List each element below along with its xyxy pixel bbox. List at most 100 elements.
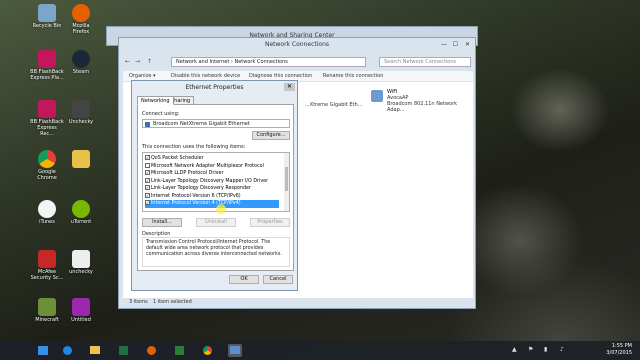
checkbox[interactable] (145, 162, 150, 168)
firefox-icon (72, 4, 90, 22)
desktop-icon-recycle-bin[interactable]: Recycle Bin (30, 4, 64, 29)
disable-device-button[interactable]: Disable this network device (171, 73, 240, 79)
adapter-name: Broadcom NetXtreme Gigabit Ethernet (153, 121, 250, 127)
store-icon[interactable] (172, 344, 186, 357)
list-item[interactable]: Microsoft Network Adapter Multiplexor Pr… (145, 162, 279, 171)
list-item-label: QoS Packet Scheduler (151, 156, 204, 161)
desktop-icon-minecraft[interactable]: Minecraft (30, 298, 64, 323)
explorer-icon[interactable] (88, 344, 102, 357)
components-list[interactable]: ✓ QoS Packet Scheduler Microsoft Network … (142, 152, 290, 212)
list-item[interactable]: ✓ QoS Packet Scheduler (145, 155, 279, 163)
start-icon[interactable] (36, 344, 50, 357)
utorrent-icon (72, 200, 90, 218)
status-selected: 1 item selected (153, 299, 192, 305)
desktop-icon-label: unchecky (69, 269, 93, 275)
checkbox[interactable]: ✓ (145, 177, 150, 183)
list-item-label: Microsoft Network Adapter Multiplexor Pr… (151, 163, 264, 169)
itunes-icon (38, 200, 56, 218)
checkbox[interactable]: ✓ (145, 200, 150, 205)
clock-date: 3/07/2015 (606, 350, 632, 356)
back-arrow-icon[interactable]: ← (125, 58, 130, 65)
ethernet-adapter[interactable]: ...Xtreme Gigabit Eth... (305, 102, 362, 108)
networking-panel: Connect using: Broadcom NetXtreme Gigabi… (137, 104, 294, 271)
connect-using-label: Connect using: (142, 111, 180, 117)
scrollbar-thumb[interactable] (285, 167, 288, 191)
ok-button[interactable]: OK (229, 275, 259, 284)
ie-icon[interactable] (60, 344, 74, 357)
desktop-icon-mcafee[interactable]: McAfee Security Sc... (30, 250, 64, 281)
desktop-icon-utorrent[interactable]: uTorrent (64, 200, 98, 225)
list-item[interactable]: ✓ Internet Protocol Version 6 (TCP/IPv6) (145, 192, 279, 201)
desktop-icon-label: McAfee Security Sc... (30, 269, 64, 281)
ethernet-properties-dialog[interactable]: Ethernet Properties ✕ Networking Sharing… (131, 80, 298, 291)
list-scrollbar[interactable] (284, 153, 289, 211)
desktop-icon-unchecky[interactable]: Unchecky (64, 100, 98, 125)
desktop-icon-chrome[interactable]: Google Chrome (30, 150, 64, 181)
wifi-adapter[interactable]: WiFi AvocaAP Broadcom 802.11n Network Ad… (387, 89, 473, 113)
minimize-button[interactable]: — (441, 41, 447, 48)
close-button[interactable]: ✕ (465, 41, 470, 48)
desktop-icon-folder[interactable] (64, 150, 98, 169)
address-bar[interactable]: Network and Internet › Network Connectio… (171, 57, 366, 67)
desktop-icon-unchecky-file[interactable]: unchecky (64, 250, 98, 275)
tray-flag-icon[interactable]: ⚑ (528, 346, 533, 353)
mcafee-icon (38, 250, 56, 268)
desktop-icon-label: Minecraft (35, 317, 59, 323)
network-taskbar-icon[interactable] (228, 344, 242, 357)
configure-button[interactable]: Configure... (252, 131, 290, 140)
description-text: Transmission Control Protocol/Internet P… (146, 240, 282, 257)
list-item[interactable]: ✓ Link-Layer Topology Discovery Mapper I/… (145, 177, 279, 186)
cursor-highlight (216, 204, 226, 214)
search-input[interactable]: Search Network Connections (379, 57, 471, 67)
checkbox[interactable]: ✓ (145, 155, 150, 160)
forward-arrow-icon[interactable]: → (135, 58, 140, 65)
network-adapter-icon (145, 121, 150, 127)
diagnose-button[interactable]: Diagnose this connection (249, 73, 312, 79)
tray-chevron-icon[interactable]: ▲ (512, 346, 517, 353)
firefox-taskbar-icon[interactable] (144, 344, 158, 357)
desktop-icon-label: Recycle Bin (32, 23, 62, 29)
uninstall-button[interactable]: Uninstall (196, 218, 236, 227)
list-item-label: Link-Layer Topology Discovery Responder (151, 186, 251, 191)
excel-icon[interactable] (116, 344, 130, 357)
organize-button[interactable]: Organize ▾ (129, 73, 156, 79)
status-bar: 3 items 1 item selected (123, 299, 473, 307)
maximize-button[interactable]: ☐ (453, 41, 458, 48)
untitled-file-icon (72, 298, 90, 316)
checkbox[interactable]: ✓ (145, 185, 150, 190)
adapter-detail: Broadcom 802.11n Network Adap... (387, 101, 458, 113)
tray-volume-icon[interactable]: ♪ (560, 346, 564, 353)
chrome-taskbar-icon[interactable] (200, 344, 214, 357)
tab-networking[interactable]: Networking (137, 96, 174, 105)
tray-network-icon[interactable]: ▮ (544, 346, 547, 353)
desktop-icon-flashback-player[interactable]: BB FlashBack Express Pla... (30, 50, 64, 81)
desktop-icon-label: Mozilla Firefox (72, 23, 90, 35)
close-button[interactable]: ✕ (284, 83, 295, 91)
cancel-button[interactable]: Cancel (263, 275, 293, 284)
desktop-icon-firefox[interactable]: Mozilla Firefox (64, 4, 98, 35)
desktop-icon-flashback-recorder[interactable]: BB FlashBack Express Rec... (30, 100, 64, 137)
list-item[interactable]: ✓ Link-Layer Topology Discovery Responder (145, 185, 279, 193)
description-group: Transmission Control Protocol/Internet P… (142, 237, 290, 267)
flashback-player-icon (38, 50, 56, 68)
list-item[interactable]: ✓ Microsoft LLDP Protocol Driver (145, 170, 279, 178)
checkbox[interactable]: ✓ (145, 170, 150, 175)
desktop-icon-steam[interactable]: Steam (64, 50, 98, 75)
rename-button[interactable]: Rename this connection (323, 73, 383, 79)
properties-button[interactable]: Properties (250, 218, 290, 227)
flashback-recorder-icon (38, 100, 56, 118)
window-title: Network Connections (264, 41, 330, 48)
list-item-selected[interactable]: ✓ Internet Protocol Version 4 (TCP/IPv4) (145, 200, 279, 208)
desktop-icon-itunes[interactable]: iTunes (30, 200, 64, 225)
list-item-label: Link-Layer Topology Discovery Mapper I/O… (151, 178, 269, 184)
recycle-bin-icon (38, 4, 56, 22)
desktop-icon-untitled[interactable]: Untitled (64, 298, 98, 323)
clock[interactable]: 1:55 PM 3/07/2015 (606, 343, 632, 357)
checkbox[interactable]: ✓ (145, 192, 150, 198)
desktop-icon-label: uTorrent (70, 219, 92, 225)
up-arrow-icon[interactable]: ↑ (147, 58, 152, 65)
install-button[interactable]: Install... (142, 218, 182, 227)
dialog-title: Ethernet Properties (185, 84, 244, 91)
search-placeholder: Search Network Connections (384, 59, 457, 65)
desktop-icon-label: BB FlashBack Express Rec... (30, 119, 64, 137)
